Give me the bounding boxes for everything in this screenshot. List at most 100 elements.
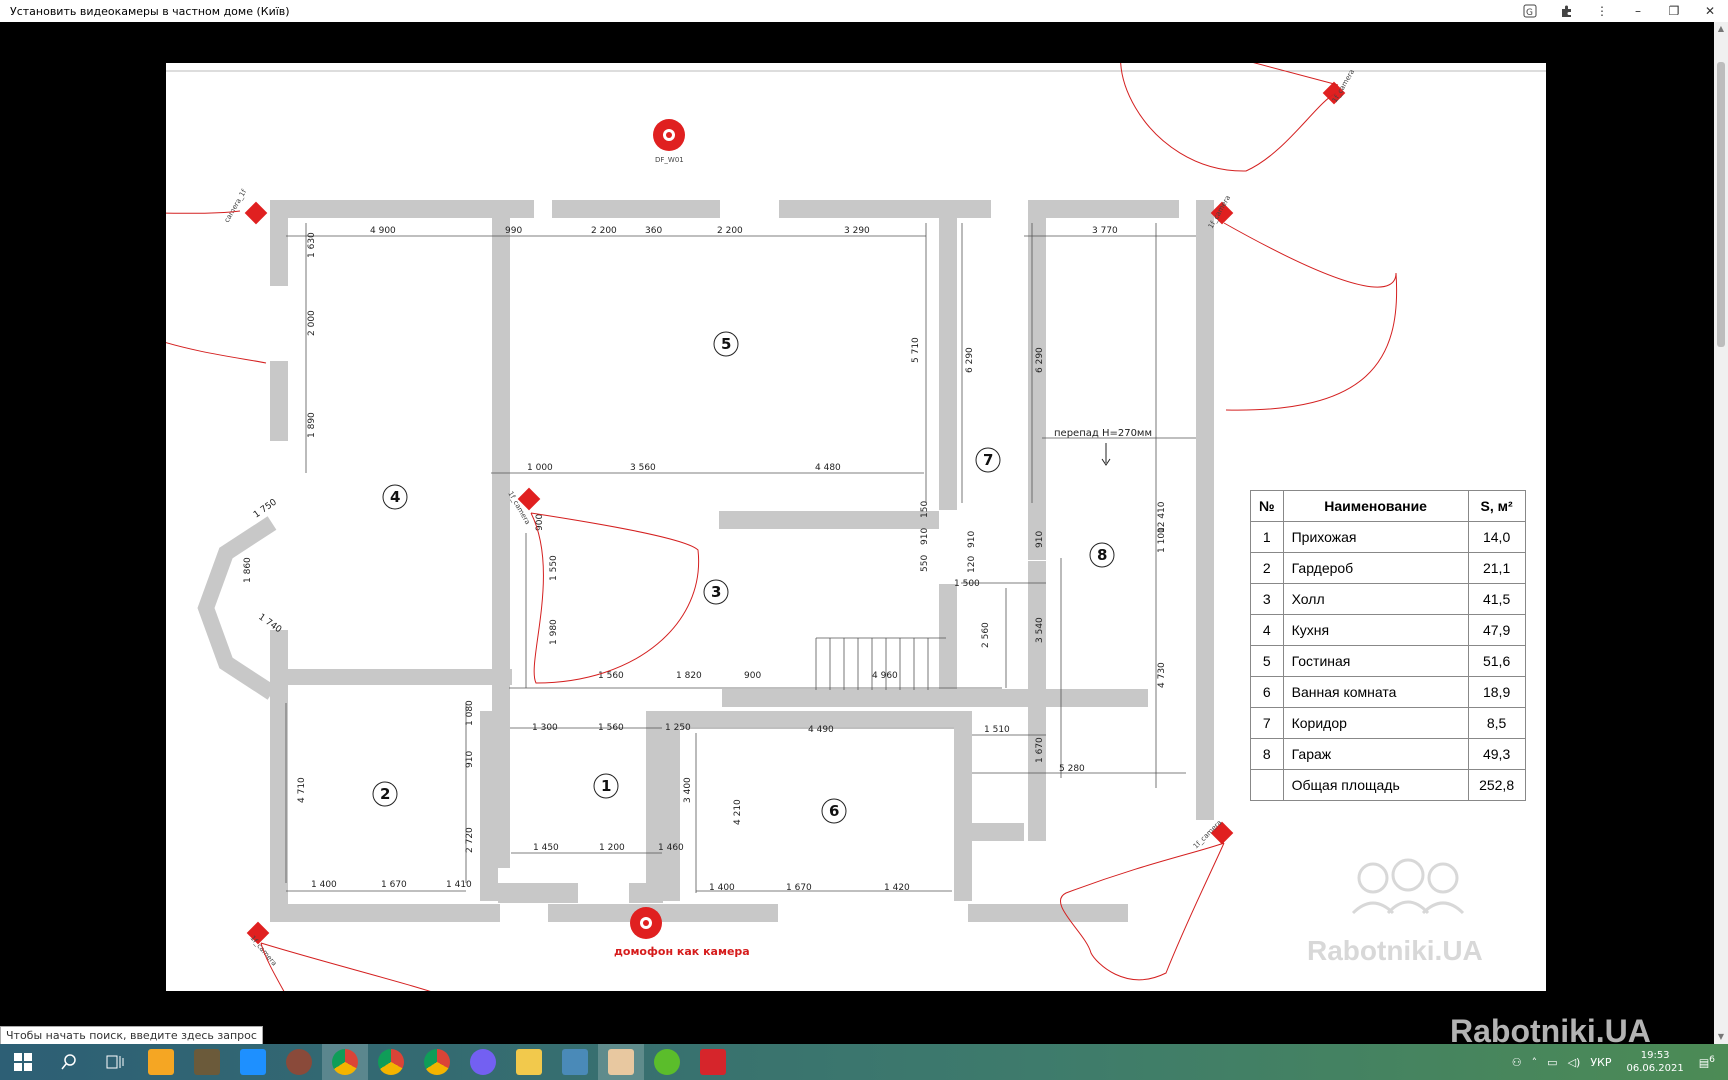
legend-row: 8 Гараж 49,3 <box>1250 738 1526 770</box>
chrome-icon[interactable] <box>322 1044 368 1080</box>
scrollbar-thumb[interactable] <box>1717 62 1725 347</box>
utorrent-icon[interactable] <box>644 1044 690 1080</box>
room-number: 5 <box>721 335 731 353</box>
dim-label: 1 750 <box>252 497 279 520</box>
dim-label: 1 670 <box>1035 737 1045 763</box>
stairs <box>815 637 946 690</box>
menu-icon[interactable]: ⋮ <box>1584 0 1620 22</box>
wall <box>498 883 578 903</box>
restore-button[interactable]: ❐ <box>1656 0 1692 22</box>
volume-icon[interactable]: ◁) <box>1568 1056 1581 1069</box>
legend-header-row: № Наименование S, м² <box>1250 490 1526 522</box>
legend-table-wrap: № Наименование S, м² 1 Прихожая 14,0 2 Гард… <box>1250 490 1526 801</box>
user-app-icon[interactable] <box>598 1044 644 1080</box>
legend-cell: 2 <box>1250 552 1284 584</box>
dim-label: 1 450 <box>533 843 559 853</box>
dim-label: 4 710 <box>297 777 307 803</box>
extensions-icon[interactable] <box>1548 0 1584 22</box>
scroll-down-icon[interactable]: ▼ <box>1714 1030 1728 1044</box>
store-icon[interactable] <box>138 1044 184 1080</box>
people-icon[interactable]: ⚇ <box>1512 1056 1522 1069</box>
dim-label: 4 960 <box>872 671 898 681</box>
room-number: 4 <box>390 488 400 506</box>
clock[interactable]: 19:53 06.06.2021 <box>1627 1049 1684 1075</box>
close-button[interactable]: ✕ <box>1692 0 1728 22</box>
dim-label: 2 000 <box>307 310 317 336</box>
dim-label: 1 200 <box>599 843 625 853</box>
translate-icon[interactable]: G <box>1512 0 1548 22</box>
room-number: 3 <box>711 583 721 601</box>
minimize-button[interactable]: – <box>1620 0 1656 22</box>
legend-cell: 18,9 <box>1467 676 1526 708</box>
viber-icon[interactable] <box>460 1044 506 1080</box>
legend-table: № Наименование S, м² 1 Прихожая 14,0 2 Гард… <box>1250 490 1526 801</box>
language-indicator[interactable]: УКР <box>1590 1056 1611 1069</box>
dim-label: 1 670 <box>381 880 407 890</box>
clock-time: 19:53 <box>1640 1050 1670 1061</box>
dim-label: 3 560 <box>630 463 656 473</box>
legend-header-num: № <box>1250 490 1284 522</box>
legend-row: 7 Коридор 8,5 <box>1250 707 1526 739</box>
avatar-app-icon[interactable] <box>276 1044 322 1080</box>
chrome-canary-icon[interactable] <box>368 1044 414 1080</box>
legend-cell: 3 <box>1250 583 1284 615</box>
red-app-icon[interactable] <box>690 1044 736 1080</box>
tray-expand-icon[interactable]: ˄ <box>1532 1056 1538 1069</box>
legend-cell: 8 <box>1250 738 1284 770</box>
network-icon[interactable]: ▭ <box>1547 1056 1557 1069</box>
wall <box>1196 200 1214 820</box>
dim-label: 990 <box>505 226 522 236</box>
folder-icon[interactable] <box>506 1044 552 1080</box>
dim-label: 1 400 <box>311 880 337 890</box>
dim-label: 1 510 <box>984 725 1010 735</box>
legend-cell: Холл <box>1282 583 1469 615</box>
dim-label: 2 200 <box>591 226 617 236</box>
dim-label: 4 900 <box>370 226 396 236</box>
dim-label: 550 <box>920 555 930 572</box>
dim-label: 1 860 <box>243 557 253 583</box>
legend-cell: Коридор <box>1282 707 1469 739</box>
wall <box>629 883 663 903</box>
dim-label: 1 500 <box>954 579 980 589</box>
dim-label: 910 <box>465 751 475 768</box>
level-note: перепад Н=270мм <box>1054 428 1152 439</box>
watermark-text-small: Rabotniki.UA <box>1307 935 1483 966</box>
legend-row: 1 Прихожая 14,0 <box>1250 521 1526 553</box>
dim-label: 4 730 <box>1157 662 1167 688</box>
search-icon[interactable] <box>46 1044 92 1080</box>
notification-badge: 6 <box>1709 1054 1715 1066</box>
photos-icon[interactable] <box>230 1044 276 1080</box>
legend-cell: 51,6 <box>1467 645 1526 677</box>
wall <box>779 200 991 218</box>
dim-label: 1 250 <box>665 723 691 733</box>
dim-label: 1 980 <box>549 619 559 645</box>
wall <box>270 200 288 286</box>
vertical-scrollbar[interactable]: ▲ ▼ <box>1714 22 1728 1044</box>
wall <box>939 584 957 694</box>
notifications-icon[interactable]: ▤6 <box>1699 1054 1715 1070</box>
dim-label: 1 300 <box>532 723 558 733</box>
legend-cell: Прихожая <box>1282 521 1469 553</box>
window-title: Установить видеокамеры в частном доме (К… <box>10 4 290 18</box>
chrome-alt-icon[interactable] <box>414 1044 460 1080</box>
wall <box>662 711 680 901</box>
dim-label: 910 <box>1035 531 1045 548</box>
dim-label: 6 290 <box>965 347 975 373</box>
legend-cell: Ванная комната <box>1282 676 1469 708</box>
legend-cell: 7 <box>1250 707 1284 739</box>
legend-cell: Общая площадь <box>1282 769 1469 801</box>
dim-label: 1 560 <box>598 671 624 681</box>
game-icon[interactable] <box>184 1044 230 1080</box>
dim-label: 2 560 <box>981 622 991 648</box>
legend-cell: 252,8 <box>1467 769 1526 801</box>
legend-cell: 1 <box>1250 521 1284 553</box>
room-number: 2 <box>380 785 390 803</box>
scroll-up-icon[interactable]: ▲ <box>1714 22 1728 36</box>
dim-label: 1 100 <box>1157 527 1167 553</box>
image-viewer-icon[interactable] <box>552 1044 598 1080</box>
legend-cell: Кухня <box>1282 614 1469 646</box>
legend-cell: 47,9 <box>1467 614 1526 646</box>
start-icon[interactable] <box>0 1044 46 1080</box>
legend-cell: 41,5 <box>1467 583 1526 615</box>
task-view-icon[interactable] <box>92 1044 138 1080</box>
